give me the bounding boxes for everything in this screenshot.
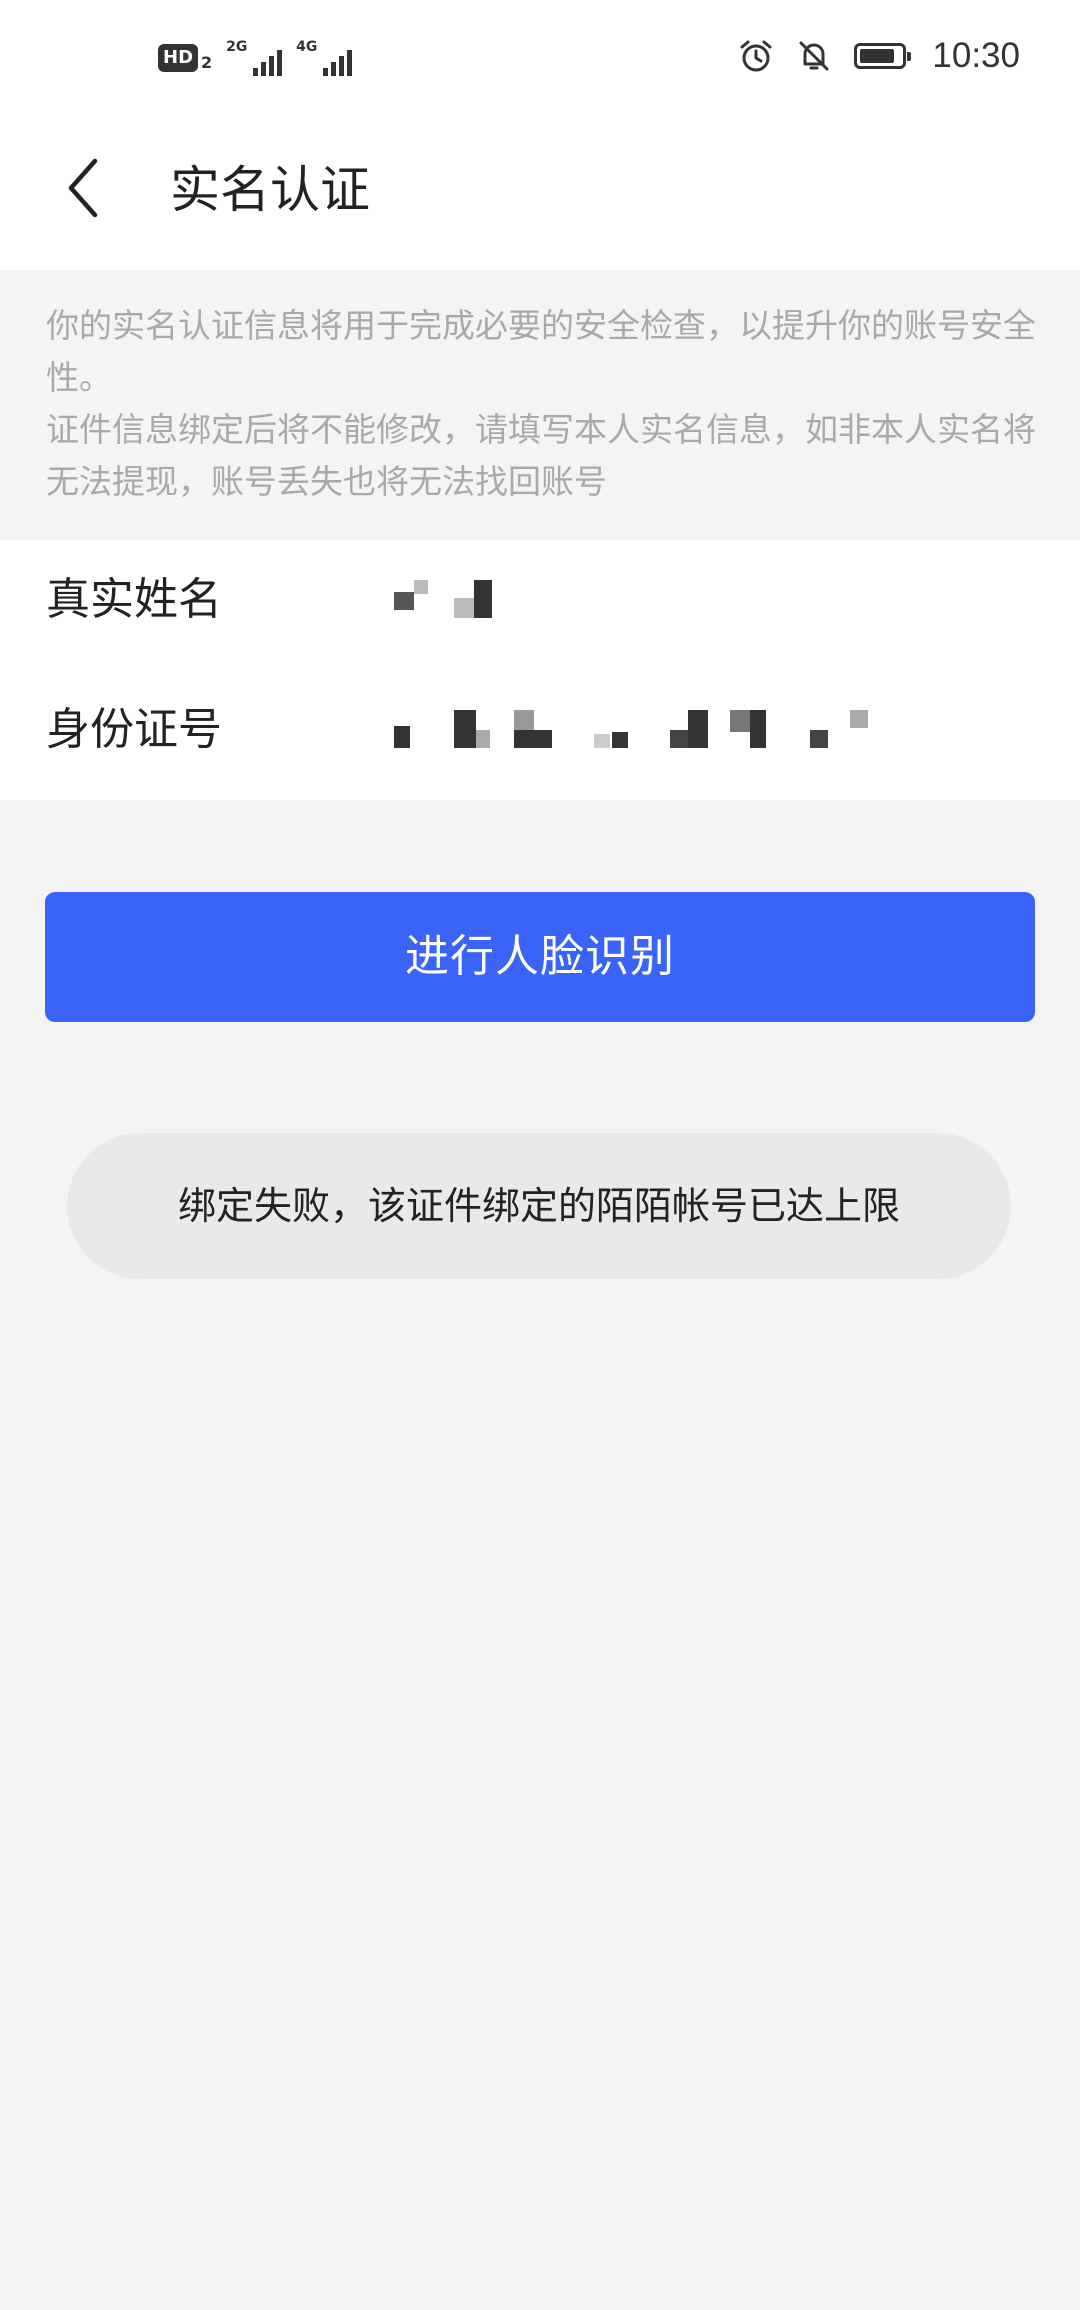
battery-fill xyxy=(860,49,895,63)
hd-voice-icon: HD 2 xyxy=(158,44,212,72)
back-button[interactable] xyxy=(48,148,118,228)
signal-bars xyxy=(253,50,283,76)
notice-line-1: 你的实名认证信息将用于完成必要的安全检查，以提升你的账号安全性。 xyxy=(46,306,1036,397)
error-toast: 绑定失败，该证件绑定的陌陌帐号已达上限 xyxy=(67,1133,1011,1279)
page-title: 实名认证 xyxy=(170,161,370,219)
status-time: 10:30 xyxy=(932,36,1020,75)
hd-label: HD xyxy=(158,44,199,72)
signal-2g-icon: 2G xyxy=(226,39,283,76)
status-bar-right: 10:30 xyxy=(738,36,1020,76)
battery-icon xyxy=(854,43,912,69)
alarm-icon xyxy=(738,38,774,74)
id-number-label: 身份证号 xyxy=(46,704,222,755)
id-number-row[interactable]: 身份证号 xyxy=(0,670,1080,800)
name-row[interactable]: 真实姓名 xyxy=(0,540,1080,670)
hd-sub-label: 2 xyxy=(201,52,213,72)
status-bar: HD 2 2G 4G 10:30 xyxy=(0,0,1080,120)
notice-line-2: 证件信息绑定后将不能修改，请填写本人实名信息，如非本人实名将无法提现，账号丢失也… xyxy=(46,410,1036,501)
signal-bars xyxy=(323,50,353,76)
name-label: 真实姓名 xyxy=(46,574,222,625)
app-header: 实名认证 xyxy=(0,120,1080,270)
face-recognition-button[interactable]: 进行人脸识别 xyxy=(45,892,1035,1022)
network-type-2g: 2G xyxy=(226,39,248,55)
signal-4g-icon: 4G xyxy=(296,39,353,76)
bell-off-icon xyxy=(796,38,832,74)
network-type-4g: 4G xyxy=(296,39,318,55)
identity-form: 真实姓名 身份证号 xyxy=(0,540,1080,800)
notice-text: 你的实名认证信息将用于完成必要的安全检查，以提升你的账号安全性。 证件信息绑定后… xyxy=(46,300,1036,508)
status-bar-left: HD 2 2G 4G xyxy=(158,39,353,76)
chevron-left-icon xyxy=(68,158,98,218)
